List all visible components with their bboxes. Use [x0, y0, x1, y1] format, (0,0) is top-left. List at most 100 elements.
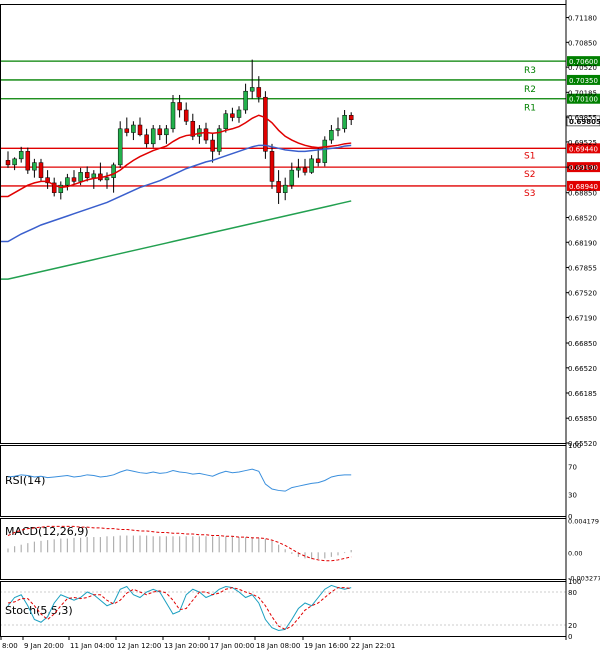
candle-up [223, 113, 229, 130]
level-name-r1: R1 [524, 104, 536, 114]
macd-tick-label: 0.004179 [568, 517, 599, 525]
candle-down [315, 158, 321, 163]
candle-up [104, 177, 110, 181]
main-price-levels: R30.70600R20.70350R10.70100S10.69440S20.… [0, 56, 600, 199]
price-tick-label: 0.70850 [568, 39, 597, 47]
candle-down [256, 87, 262, 98]
price-tick-label: 0.67855 [568, 264, 597, 272]
candle-up [236, 109, 242, 118]
price-tick-label: 0.68850 [568, 190, 597, 198]
candle-down [263, 96, 268, 152]
candle-down [25, 151, 31, 171]
candle-up [32, 162, 37, 171]
candle-up [78, 172, 83, 182]
candle-up [65, 177, 70, 186]
level-name-s2: S2 [524, 170, 535, 180]
main-frame [0, 4, 567, 444]
candle-down [302, 167, 308, 173]
candle-down [210, 139, 215, 152]
time-tick-label: 11 Jan 04:00 [70, 642, 114, 650]
candle-down [183, 109, 189, 122]
level-name-s3: S3 [524, 189, 535, 199]
time-tick-label: 13 Jan 20:00 [164, 642, 208, 650]
time-tick-label: 12 Jan 12:00 [117, 642, 161, 650]
stoch-tick-label: 100 [568, 578, 581, 586]
forex-chart: R30.70600R20.70350R10.70100S10.69440S20.… [0, 0, 600, 650]
candle-up [170, 102, 176, 130]
candle-down [276, 181, 281, 193]
ma-green-line [0, 200, 352, 280]
candle-up [335, 128, 341, 131]
price-tick-label: 0.65850 [568, 415, 597, 423]
price-tick-label: 0.67520 [568, 290, 597, 298]
price-tick-label: 0.65520 [568, 440, 597, 448]
level-name-r2: R2 [524, 85, 536, 95]
candle-down [157, 128, 163, 136]
time-tick-label: 22 Jan 22:01 [351, 642, 395, 650]
candle-up [296, 167, 301, 171]
candle-down [137, 124, 143, 136]
time-tick-label: 19 Jan 16:00 [304, 642, 348, 650]
candle-down [230, 113, 235, 118]
price-tick-label: 0.67190 [568, 314, 597, 322]
macd-tick-label: 0.00 [568, 549, 582, 557]
candle-down [124, 128, 130, 133]
candle-down [203, 128, 209, 141]
candle-up [329, 130, 334, 141]
candle-up [243, 90, 248, 111]
price-tick-label: 0.66520 [568, 365, 597, 373]
candle-up [164, 128, 169, 136]
stoch-panel[interactable]: Stoch(5,5,3) 10080200 [0, 578, 581, 641]
price-tick-label: 0.68520 [568, 214, 597, 222]
time-tick-label: 9 Jan 20:00 [24, 642, 64, 650]
price-tick-label: 0.70520 [568, 64, 597, 72]
candle-up [249, 87, 255, 92]
price-tick-label: 0.69190 [568, 164, 597, 172]
level-price-label-r2: 0.70350 [569, 77, 598, 85]
candle-down [71, 177, 77, 182]
candle-up [91, 173, 97, 178]
macd-panel[interactable]: MACD(12,26,9) 0.0041790.00-0.003277 [5, 517, 600, 582]
candle-up [150, 128, 156, 145]
price-tick-label: 0.71180 [568, 15, 597, 23]
time-axis: 8:00 9 Jan 20:00 11 Jan 04:00 12 Jan 12:00 1… [0, 636, 395, 650]
main-mas [0, 114, 352, 280]
candle-down [84, 172, 90, 178]
candle-up [289, 169, 295, 186]
stoch-tick-label: 80 [568, 589, 577, 597]
chart-frame [0, 0, 567, 640]
candle-up [131, 124, 136, 133]
candle-down [144, 134, 149, 145]
price-tick-label: 0.66850 [568, 340, 597, 348]
candle-up [12, 158, 17, 166]
main-candles [5, 59, 354, 204]
candle-down [5, 160, 11, 166]
rsi-panel[interactable]: RSI(14) 10070300 [5, 442, 581, 521]
price-tick-label: 0.69525 [568, 139, 597, 147]
rsi-line [7, 468, 352, 492]
time-tick-label: 18 Jan 08:00 [256, 642, 300, 650]
candle-up [322, 139, 328, 163]
candle-down [348, 115, 354, 121]
time-tick-label: 17 Jan 00:00 [210, 642, 254, 650]
stoch-tick-label: 0 [568, 633, 572, 641]
time-tick-label: 8:00 [2, 642, 18, 650]
ma-red-line [0, 114, 352, 198]
rsi-frame [0, 445, 567, 517]
level-name-s1: S1 [524, 151, 535, 161]
candle-down [177, 102, 182, 111]
stoch-tick-label: 20 [568, 622, 577, 630]
price-tick-label: 0.66185 [568, 390, 597, 398]
price-tick-label: 0.69855 [568, 114, 597, 122]
candle-up [18, 151, 24, 160]
price-tick-label: 0.68190 [568, 239, 597, 247]
candle-up [342, 115, 347, 130]
candle-down [38, 162, 44, 178]
price-tick-label: 0.70185 [568, 89, 597, 97]
candle-up [111, 164, 116, 178]
rsi-tick-label: 30 [568, 492, 577, 500]
level-name-r3: R3 [524, 66, 536, 76]
main-price-panel[interactable]: R30.70600R20.70350R10.70100S10.69440S20.… [0, 56, 600, 280]
candle-up [309, 158, 314, 173]
rsi-tick-label: 70 [568, 463, 577, 471]
